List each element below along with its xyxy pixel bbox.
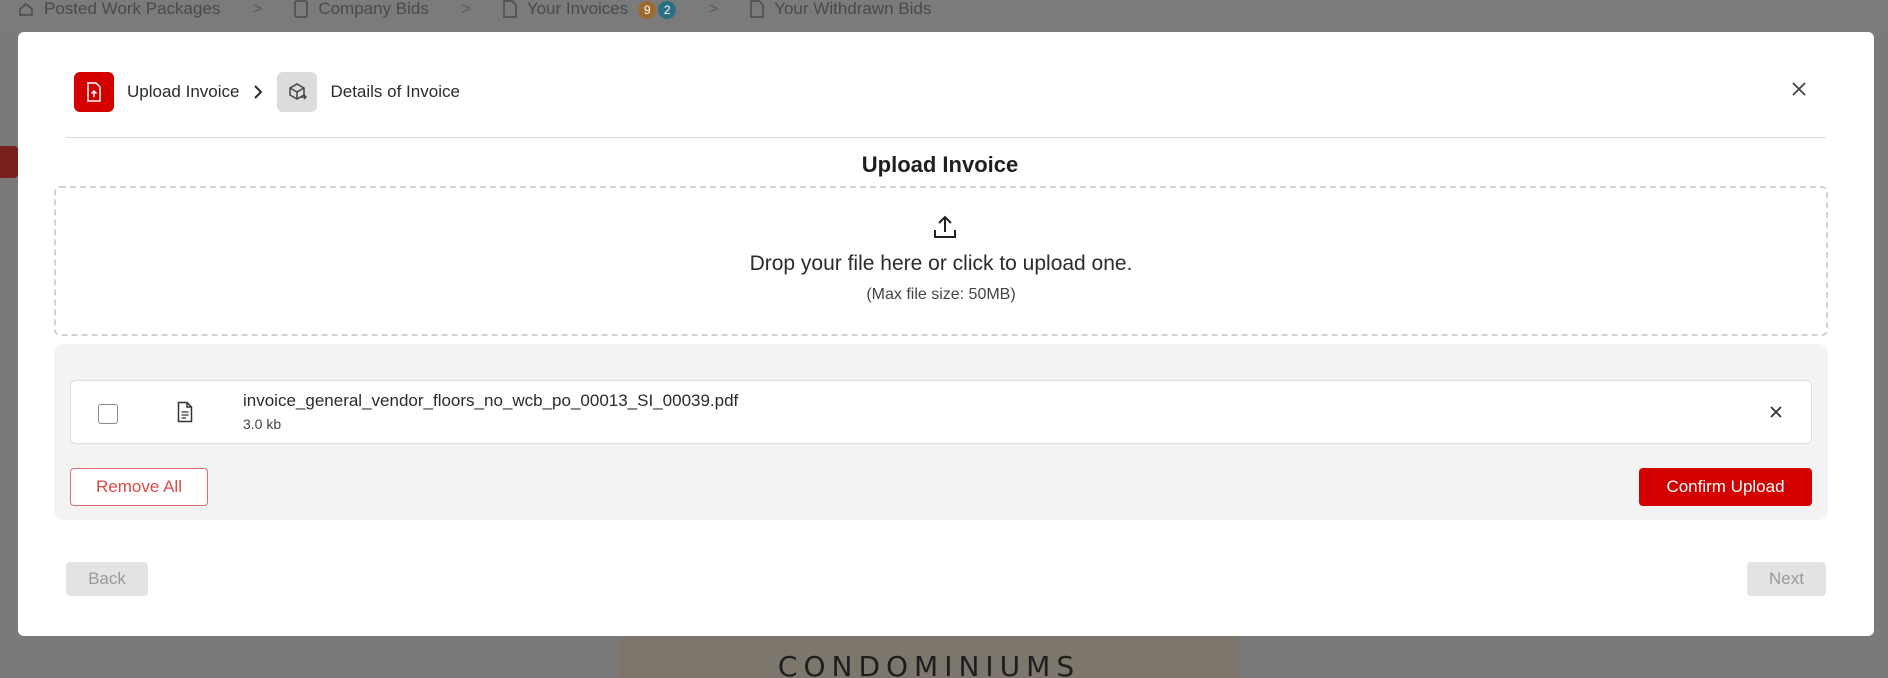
upload-icon (934, 215, 956, 238)
bg-nav-label: Your Invoices (526, 0, 629, 18)
background-breadcrumb-nav: Posted Work Packages > Company Bids > Yo… (0, 0, 1888, 34)
bg-nav-item-bids: Company Bids (294, 0, 429, 19)
package-icon (289, 83, 308, 100)
file-name: invoice_general_vendor_floors_no_wcb_po_… (243, 391, 739, 410)
confirm-upload-button[interactable]: Confirm Upload (1639, 468, 1812, 506)
remove-file-icon[interactable] (1767, 403, 1785, 421)
bg-badge-count: 2 (658, 1, 677, 19)
bg-nav-separator: > (460, 0, 471, 18)
bg-nav-label: Company Bids (318, 0, 429, 18)
file-upload-icon (87, 82, 101, 102)
dropzone-max-size: (Max file size: 50MB) (866, 286, 1016, 303)
file-select-checkbox[interactable] (98, 404, 118, 424)
back-button[interactable]: Back (66, 562, 148, 596)
step-details-icon-box (277, 72, 318, 112)
bg-nav-label: Your Withdrawn Bids (774, 0, 932, 18)
bg-nav-label: Posted Work Packages (44, 0, 221, 18)
file-dropzone[interactable]: Drop your file here or click to upload o… (54, 186, 1828, 336)
bg-property-title: CONDOMINIUMS (777, 650, 1081, 678)
upload-invoice-modal: Upload Invoice Details of Invoice Upload… (18, 32, 1874, 636)
next-button[interactable]: Next (1747, 562, 1826, 596)
file-list-item: invoice_general_vendor_floors_no_wcb_po_… (70, 380, 1812, 444)
bg-nav-separator: > (708, 0, 719, 18)
chevron-right-icon (253, 84, 263, 100)
header-divider (66, 137, 1826, 138)
file-list-panel: invoice_general_vendor_floors_no_wcb_po_… (54, 344, 1828, 520)
step-upload-icon-box (74, 72, 114, 112)
dropzone-text: Drop your file here or click to upload o… (749, 252, 1133, 275)
file-size: 3.0 kb (243, 416, 282, 432)
modal-title: Upload Invoice (861, 152, 1019, 177)
document-dollar-icon (294, 0, 309, 18)
step-details-label: Details of Invoice (330, 82, 460, 101)
document-icon (750, 0, 764, 18)
bg-nav-item-invoices: Your Invoices 92 (503, 0, 677, 19)
step-upload-label: Upload Invoice (127, 82, 240, 101)
document-icon (503, 0, 517, 18)
stepper: Upload Invoice Details of Invoice (74, 72, 460, 112)
remove-all-button[interactable]: Remove All (70, 468, 208, 506)
file-text-icon (177, 401, 193, 423)
bg-nav-separator: > (252, 0, 263, 18)
bg-sidebar-accent (0, 146, 18, 178)
bg-badge-count: 9 (638, 1, 657, 19)
bg-nav-item-posted: Posted Work Packages (18, 0, 220, 19)
home-icon (19, 3, 33, 16)
bg-nav-item-withdrawn: Your Withdrawn Bids (750, 0, 931, 19)
close-icon[interactable] (1788, 78, 1810, 100)
